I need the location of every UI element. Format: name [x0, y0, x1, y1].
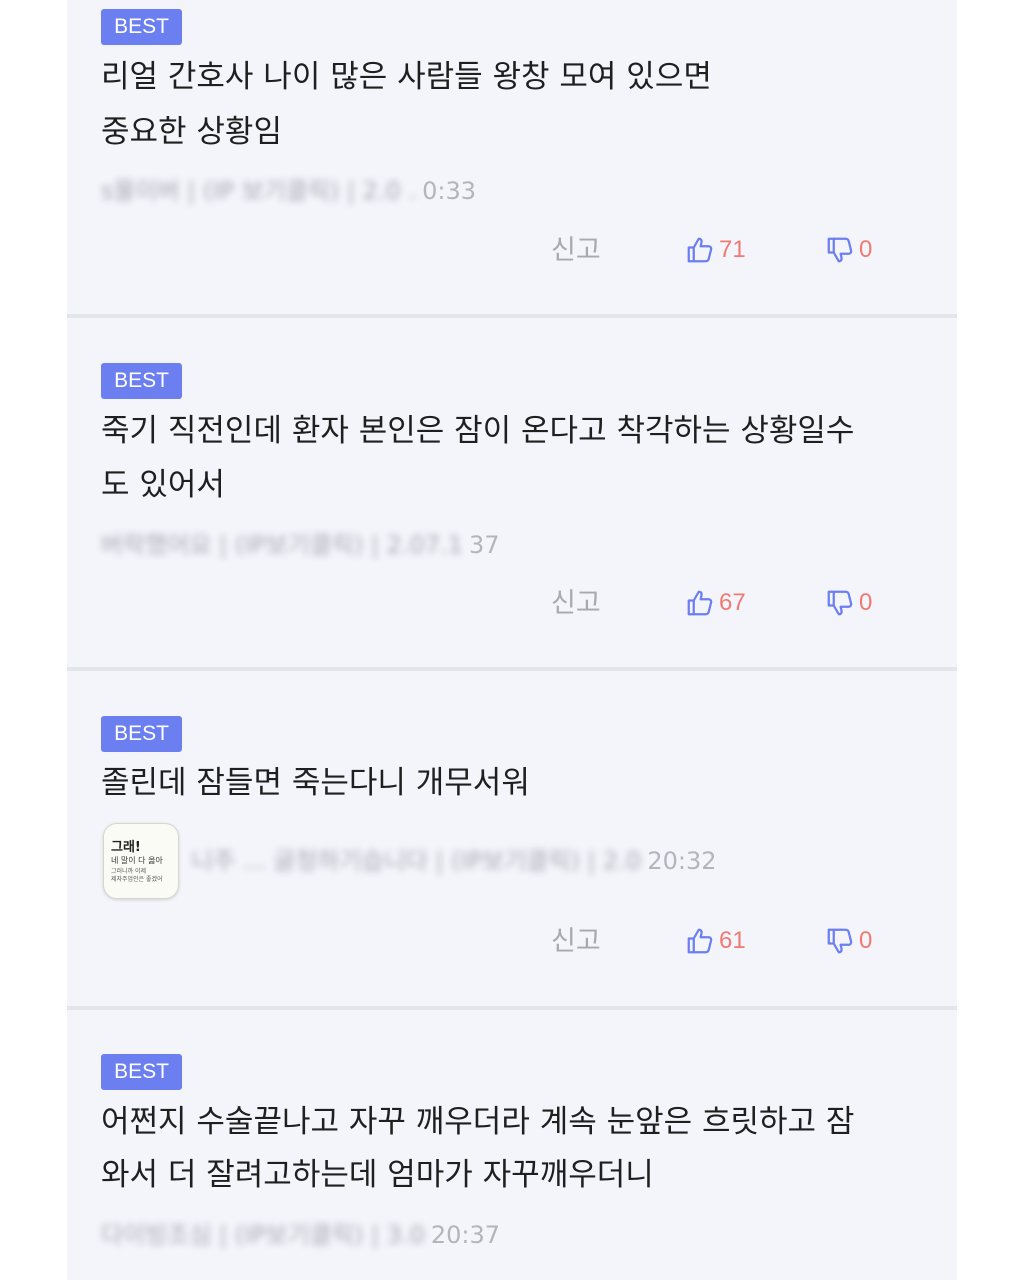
author-info-blurred: s물이버 | (IP 보기클릭) | 2.0 . [101, 177, 417, 205]
comment-list: BEST 리얼 간호사 나이 많은 사람들 왕창 모여 있으면 중요한 상황임 … [67, 0, 957, 1280]
like-button[interactable]: 67 [685, 586, 746, 620]
comment-text-line: 죽기 직전인데 환자 본인은 잠이 온다고 착각하는 상황일수 [101, 413, 855, 449]
dislike-count: 0 [859, 589, 873, 616]
comment-text-line: 도 있어서 [101, 467, 225, 503]
thumbs-down-icon [827, 237, 853, 263]
comment-meta: s물이버 | (IP 보기클릭) | 2.0 . 0:33 [101, 176, 476, 206]
comment-text-line: 와서 더 잘려고하는데 엄마가 자꾸깨우더니 [101, 1157, 654, 1193]
thumbs-up-icon [687, 237, 713, 263]
comment-meta: 버락했어요 | (IP보기클릭) | 2.07.1 37 [101, 530, 500, 560]
comment-item: BEST 리얼 간호사 나이 많은 사람들 왕창 모여 있으면 중요한 상황임 … [67, 0, 957, 315]
best-badge: BEST [101, 1054, 182, 1090]
comment-time: 20:32 [647, 847, 717, 875]
comment-item: BEST 죽기 직전인데 환자 본인은 잠이 온다고 착각하는 상황일수 도 있… [67, 318, 957, 668]
comment-text-line: 리얼 간호사 나이 많은 사람들 왕창 모여 있으면 [101, 59, 712, 95]
author-info-blurred: 다이빙조심 | (IP보기클릭) | 3.0 [101, 1221, 425, 1249]
avatar: 그래! 네 말이 다 옳아 그러니까 이제 제자주엄인은 좋겠어 [103, 823, 179, 899]
dislike-count: 0 [859, 236, 873, 263]
comment-meta: 니주 ... 글청하기습니다 | (IP보기클릭) | 2.0 20:32 [191, 846, 717, 876]
best-badge: BEST [101, 716, 182, 752]
comment-text-line: 어쩐지 수술끝나고 자꾸 깨우더라 계속 눈앞은 흐릿하고 잠 [101, 1104, 855, 1140]
comment-text-line: 졸린데 잠들면 죽는다니 개무서워 [101, 765, 530, 801]
like-button[interactable]: 61 [685, 924, 746, 958]
dislike-button[interactable]: 0 [825, 233, 872, 267]
report-button[interactable]: 신고 [551, 925, 621, 959]
dislike-count: 0 [859, 927, 873, 954]
author-info-blurred: 버락했어요 | (IP보기클릭) | 2.07.1 [101, 531, 464, 559]
comment-meta: 다이빙조심 | (IP보기클릭) | 3.0 20:37 [101, 1220, 500, 1250]
comment-time: 0:33 [422, 177, 476, 205]
thumbs-down-icon [827, 590, 853, 616]
report-button[interactable]: 신고 [551, 587, 621, 621]
author-info-blurred: 니주 ... 글청하기습니다 | (IP보기클릭) | 2.0 [191, 847, 642, 875]
avatar-text: 네 말이 다 옳아 [111, 856, 163, 865]
comment-item: BEST 졸린데 잠들면 죽는다니 개무서워 그래! 네 말이 다 옳아 그러니… [67, 671, 957, 1007]
avatar-text: 제자주엄인은 좋겠어 [111, 876, 163, 883]
comment-time: 20:37 [430, 1221, 501, 1249]
avatar-text: 그래! [111, 840, 141, 855]
dislike-button[interactable]: 0 [825, 924, 872, 958]
comment-time: 37 [469, 531, 500, 559]
like-count: 67 [719, 589, 746, 616]
comment-item: BEST 어쩐지 수술끝나고 자꾸 깨우더라 계속 눈앞은 흐릿하고 잠 와서 … [67, 1010, 957, 1280]
thumbs-down-icon [827, 928, 853, 954]
thumbs-up-icon [687, 590, 713, 616]
like-count: 71 [719, 236, 746, 263]
report-button[interactable]: 신고 [551, 234, 621, 268]
like-count: 61 [719, 927, 746, 954]
comment-text-line: 중요한 상황임 [101, 114, 282, 150]
dislike-button[interactable]: 0 [825, 586, 872, 620]
best-badge: BEST [101, 9, 182, 45]
thumbs-up-icon [687, 928, 713, 954]
best-badge: BEST [101, 363, 182, 399]
like-button[interactable]: 71 [685, 233, 746, 267]
